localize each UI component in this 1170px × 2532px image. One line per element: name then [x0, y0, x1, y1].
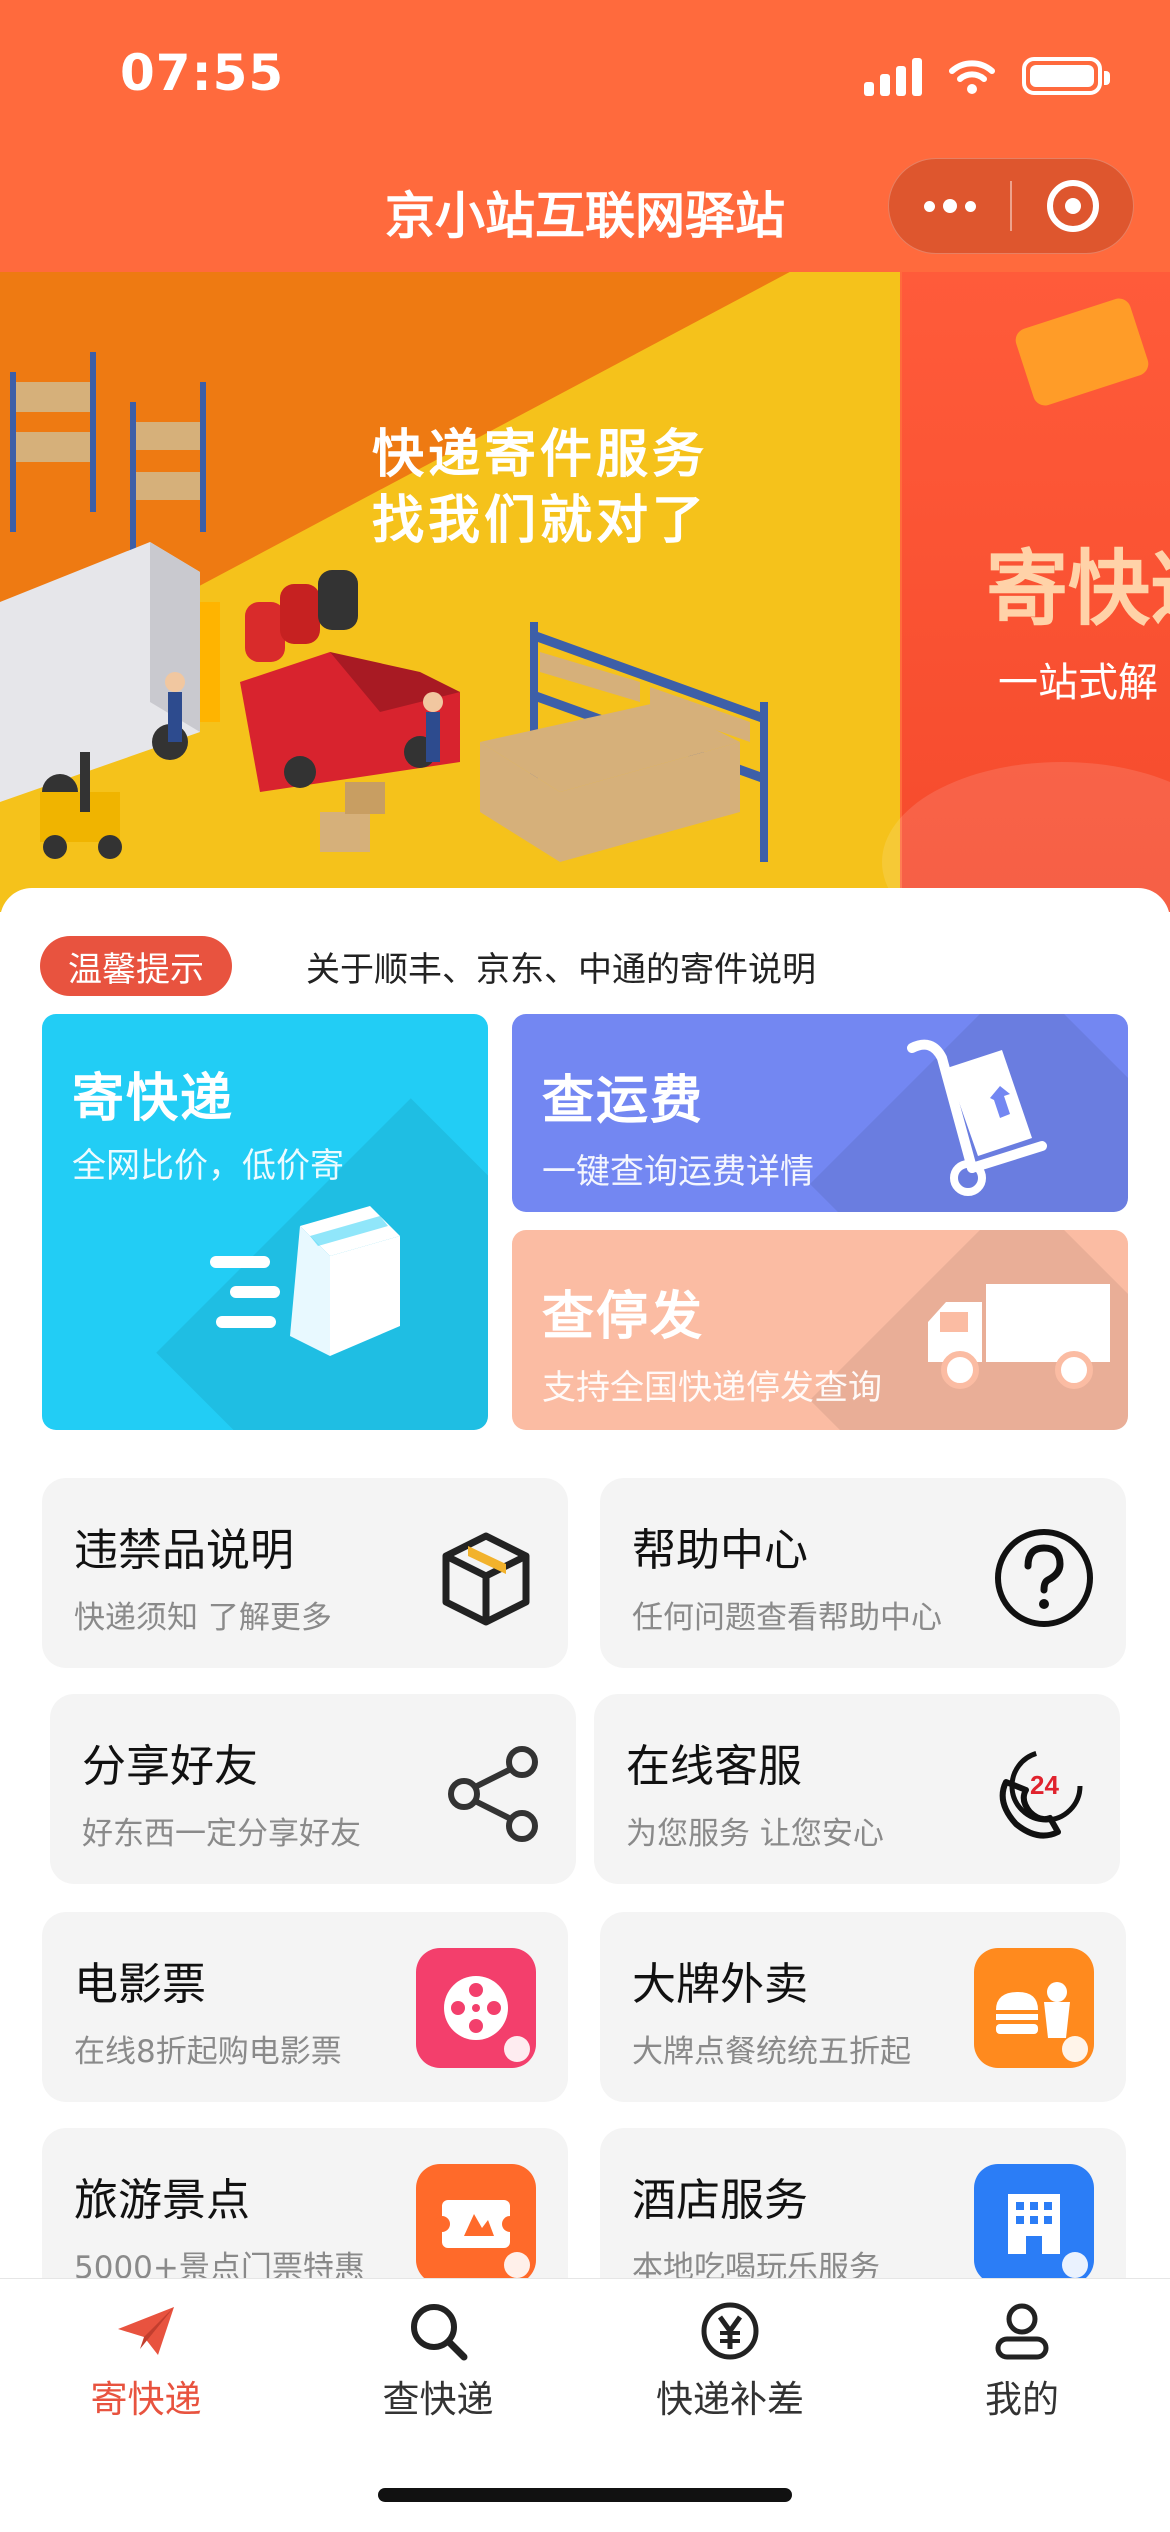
- hand-truck-icon: [907, 1039, 1047, 1196]
- main-content: 温馨提示 关于顺丰、京东、中通的寄件说明 寄快递 全网比价，低价寄 查运费 一键…: [0, 888, 1170, 2318]
- banner-slide-express[interactable]: 快递寄件服务 找我们就对了: [0, 272, 900, 912]
- coin-decoration: [1012, 295, 1152, 409]
- card-title: 大牌外卖: [632, 1959, 808, 2010]
- film-reel-icon: [416, 1948, 536, 2068]
- card-share-friends[interactable]: 分享好友 好东西一定分享好友: [50, 1694, 576, 1884]
- card-prohibited-items[interactable]: 违禁品说明 快递须知 了解更多: [42, 1478, 568, 1668]
- notice-tag: 温馨提示: [40, 936, 232, 996]
- search-icon: [406, 2299, 470, 2363]
- query-freight-tile[interactable]: 查运费 一键查询运费详情: [512, 1014, 1128, 1212]
- tab-shipping-diff[interactable]: 快递补差: [584, 2299, 876, 2429]
- card-subtitle: 好东西一定分享好友: [82, 1816, 361, 1852]
- ticket-icon: [416, 2164, 536, 2284]
- banner-headline: 快递寄件服务 找我们就对了: [372, 422, 708, 554]
- tile-subtitle: 全网比价，低价寄: [72, 1146, 344, 1186]
- card-movie-tickets[interactable]: 电影票 在线8折起购电影票: [42, 1912, 568, 2102]
- card-subtitle: 在线8折起购电影票: [74, 2034, 342, 2070]
- card-help-center[interactable]: 帮助中心 任何问题查看帮助中心: [600, 1478, 1126, 1668]
- card-subtitle: 任何问题查看帮助中心: [632, 1600, 942, 1636]
- card-takeaway[interactable]: 大牌外卖 大牌点餐统统五折起: [600, 1912, 1126, 2102]
- yuan-icon: [698, 2299, 762, 2363]
- parcel-box-icon: [210, 1206, 400, 1356]
- status-icons: [864, 56, 1110, 96]
- banner-carousel[interactable]: 快递寄件服务 找我们就对了 寄快递 一站式解: [0, 272, 1170, 912]
- more-button[interactable]: [889, 158, 1010, 254]
- card-subtitle: 大牌点餐统统五折起: [632, 2034, 911, 2070]
- notice-bar[interactable]: 温馨提示 关于顺丰、京东、中通的寄件说明: [40, 930, 1130, 1002]
- tile-title: 查运费: [542, 1071, 705, 1131]
- tab-label: 我的: [985, 2378, 1059, 2421]
- card-title: 分享好友: [82, 1741, 258, 1792]
- cellular-signal-icon: [864, 56, 922, 96]
- tab-label: 查快递: [382, 2378, 494, 2421]
- banner-headline-line1: 快递寄件服务: [372, 425, 709, 485]
- warehouse-illustration: [0, 352, 768, 862]
- svg-text:24: 24: [1030, 1770, 1059, 1800]
- tile-title: 查停发: [542, 1287, 705, 1347]
- user-icon: [990, 2299, 1054, 2363]
- tile-subtitle: 支持全国快递停发查询: [542, 1368, 882, 1408]
- notice-text[interactable]: 关于顺丰、京东、中通的寄件说明: [306, 942, 816, 991]
- card-title: 酒店服务: [632, 2175, 808, 2226]
- query-suspension-tile[interactable]: 查停发 支持全国快递停发查询: [512, 1230, 1128, 1430]
- tile-title: 寄快递: [72, 1069, 235, 1129]
- banner-headline-line2: 找我们就对了: [372, 491, 709, 551]
- target-icon: [1046, 180, 1099, 232]
- header: 07:55 京小站互联网驿站: [0, 0, 1170, 280]
- tab-send-express[interactable]: 寄快递: [0, 2299, 292, 2429]
- truck-icon: [928, 1284, 1110, 1389]
- card-title: 旅游景点: [74, 2175, 250, 2226]
- home-indicator[interactable]: [378, 2488, 792, 2502]
- app-screen: 07:55 京小站互联网驿站 快递寄件服务 找我们就对了 寄快 一站式解 温馨提…: [0, 0, 1170, 2532]
- card-title: 在线客服: [626, 1741, 802, 1792]
- close-button[interactable]: [1012, 158, 1133, 254]
- status-time: 07:55: [120, 44, 285, 102]
- box-icon: [442, 1532, 530, 1626]
- wifi-icon: [949, 60, 995, 94]
- card-subtitle: 快递须知 了解更多: [74, 1600, 332, 1636]
- tile-subtitle: 一键查询运费详情: [542, 1152, 814, 1192]
- battery-icon: [1022, 57, 1110, 95]
- hotel-icon: [974, 2164, 1094, 2284]
- card-subtitle: 为您服务 让您安心: [626, 1816, 884, 1852]
- tab-label: 快递补差: [656, 2378, 804, 2421]
- banner-slide-send[interactable]: 寄快递 一站式解: [882, 272, 1170, 912]
- tab-track-express[interactable]: 查快递: [292, 2299, 584, 2429]
- question-icon: [995, 1529, 1093, 1627]
- card-title: 帮助中心: [632, 1525, 808, 1576]
- card-title: 违禁品说明: [74, 1525, 294, 1576]
- burger-icon: [974, 1948, 1094, 2068]
- send-express-tile[interactable]: 寄快递 全网比价，低价寄: [42, 1014, 488, 1430]
- card-online-service[interactable]: 在线客服 为您服务 让您安心 24: [594, 1694, 1120, 1884]
- banner2-subtitle: 一站式解: [998, 660, 1158, 706]
- mini-program-capsule: [888, 158, 1134, 254]
- tab-mine[interactable]: 我的: [876, 2299, 1168, 2429]
- banner2-title: 寄快递: [986, 542, 1170, 637]
- phone-24-icon: 24: [999, 1749, 1083, 1839]
- share-icon: [448, 1746, 538, 1842]
- send-plane-icon: [114, 2299, 178, 2363]
- card-title: 电影票: [74, 1959, 206, 2010]
- tab-label: 寄快递: [90, 2378, 202, 2421]
